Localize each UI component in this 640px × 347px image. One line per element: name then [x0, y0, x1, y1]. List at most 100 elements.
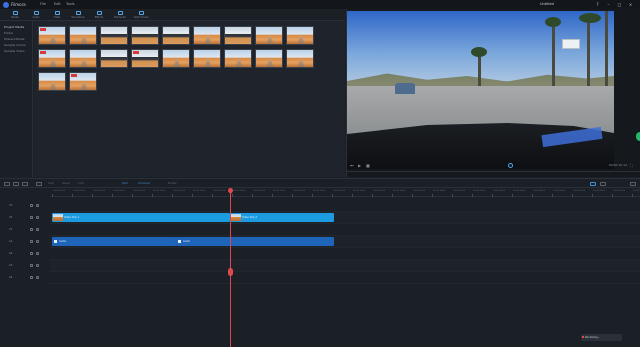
media-item[interactable] [286, 26, 314, 45]
track-lane[interactable]: Audio Audio [50, 236, 640, 248]
lock-icon[interactable] [30, 264, 33, 267]
lock-icon[interactable] [30, 204, 33, 207]
media-item[interactable] [193, 26, 221, 45]
track-header-a2: A2 [0, 248, 50, 260]
tool-effects[interactable]: Effects [92, 11, 106, 20]
speaker-icon[interactable] [36, 264, 39, 267]
tool-media[interactable]: Media [8, 11, 22, 20]
track-lane[interactable] [50, 248, 640, 260]
split-button[interactable]: Split [122, 182, 128, 185]
ruler-label: 00:00:36:00 [413, 190, 426, 192]
redo-icon[interactable] [13, 181, 19, 186]
media-item[interactable] [255, 26, 283, 45]
lock-icon[interactable] [30, 240, 33, 243]
zoom-in-icon[interactable] [630, 181, 636, 186]
media-item[interactable] [224, 26, 252, 45]
media-item[interactable] [162, 26, 190, 45]
media-item[interactable] [100, 26, 128, 45]
track-header-a4: A4 [0, 272, 50, 284]
media-item[interactable] [224, 49, 252, 68]
speaker-icon[interactable] [36, 252, 39, 255]
timeline-ruler[interactable]: 00:00:00:00 00:00:02:00 00:00:04:00 00:00:0… [50, 189, 640, 197]
fullscreen-icon[interactable]: ⛶ [630, 163, 633, 168]
category-sample-video[interactable]: Sample Video [4, 49, 25, 53]
zoom-fit-icon[interactable] [590, 181, 596, 186]
media-item[interactable] [69, 72, 97, 91]
cut-icon[interactable] [36, 181, 42, 186]
video-preview[interactable] [347, 11, 614, 169]
audio-clip[interactable]: Audio [52, 237, 176, 246]
audio-clip[interactable]: Audio [176, 237, 334, 246]
media-item[interactable] [162, 49, 190, 68]
undo-icon[interactable] [4, 181, 10, 186]
track-lane[interactable] [50, 260, 640, 272]
crop-button[interactable]: Crop [48, 182, 54, 185]
ruler-label: 00:00:00:00 [53, 190, 66, 192]
tool-titles[interactable]: Titles [50, 11, 64, 20]
zoom-out-icon[interactable] [600, 181, 606, 186]
media-item[interactable] [131, 49, 159, 68]
marker-button[interactable]: Marker [168, 182, 177, 185]
eye-icon[interactable] [36, 228, 39, 231]
menu-tools[interactable]: Tools [66, 2, 75, 6]
category-project-media[interactable]: Project Media [4, 25, 24, 29]
track-header-a1: A1 [0, 236, 50, 248]
ruler-label: 00:00:24:00 [293, 190, 306, 192]
effects-icon [96, 11, 102, 15]
lock-icon[interactable] [30, 216, 33, 219]
speaker-icon[interactable] [36, 240, 39, 243]
tool-split-screen[interactable]: Split Screen [134, 11, 149, 20]
ruler-label: 00:00:02:00 [73, 190, 86, 192]
menu-edit[interactable]: Edit [54, 2, 61, 6]
media-item[interactable] [255, 49, 283, 68]
eye-icon[interactable] [36, 204, 39, 207]
prev-frame-icon[interactable]: ⏮ [350, 163, 354, 168]
speed-button[interactable]: Speed [62, 182, 70, 185]
app-name: Filmora [11, 2, 26, 7]
track-lane[interactable]: Video Clip 1 Video Clip 2 [50, 212, 640, 224]
voiceover-button[interactable]: Voiceover [138, 182, 150, 185]
ruler-label: 00:00:12:00 [173, 190, 186, 192]
track-lane[interactable] [50, 272, 640, 284]
media-item[interactable] [69, 49, 97, 68]
category-shared-media[interactable]: Shared Media [4, 37, 25, 41]
tool-elements[interactable]: Elements [113, 11, 127, 20]
media-item[interactable] [193, 49, 221, 68]
media-item[interactable] [131, 26, 159, 45]
close-icon[interactable]: × [628, 2, 633, 7]
video-clip[interactable]: Video Clip 2 [230, 213, 334, 222]
tool-audio[interactable]: Audio [29, 11, 43, 20]
lock-icon[interactable] [30, 276, 33, 279]
media-item[interactable] [69, 26, 97, 45]
media-item[interactable] [100, 49, 128, 68]
eye-icon[interactable] [36, 216, 39, 219]
menu-file[interactable]: File [40, 2, 46, 6]
timeline-tracks: V3 V2 V1 A1 A2 A3 A4 Video Clip 1 Video … [0, 197, 640, 347]
preview-scrubber[interactable] [347, 171, 640, 172]
scrub-position-icon[interactable] [508, 163, 513, 168]
playhead-knob[interactable] [228, 268, 233, 276]
help-icon[interactable]: ? [595, 2, 600, 7]
media-item[interactable] [38, 49, 66, 68]
media-item[interactable] [38, 26, 66, 45]
lock-icon[interactable] [30, 228, 33, 231]
speaker-icon[interactable] [36, 276, 39, 279]
category-folder[interactable]: Folder [4, 31, 13, 35]
media-item[interactable] [286, 49, 314, 68]
tool-transitions[interactable]: Transitions [71, 11, 85, 20]
media-item[interactable] [38, 72, 66, 91]
minimize-icon[interactable]: – [606, 2, 611, 7]
delete-icon[interactable] [22, 181, 28, 186]
track-lane[interactable] [50, 224, 640, 236]
stop-icon[interactable]: ■ [366, 163, 370, 168]
chat-icon[interactable] [636, 132, 640, 141]
color-button[interactable]: Color [78, 182, 85, 185]
maximize-icon[interactable]: □ [617, 2, 622, 7]
track-lane[interactable] [50, 200, 640, 212]
ruler-label: 00:00:26:00 [313, 190, 326, 192]
lock-icon[interactable] [30, 252, 33, 255]
video-clip[interactable]: Video Clip 1 [52, 213, 230, 222]
play-icon[interactable]: ▶ [358, 163, 361, 168]
ruler-label: 00:00:50:00 [553, 190, 566, 192]
category-sample-colors[interactable]: Sample Colors [4, 43, 26, 47]
